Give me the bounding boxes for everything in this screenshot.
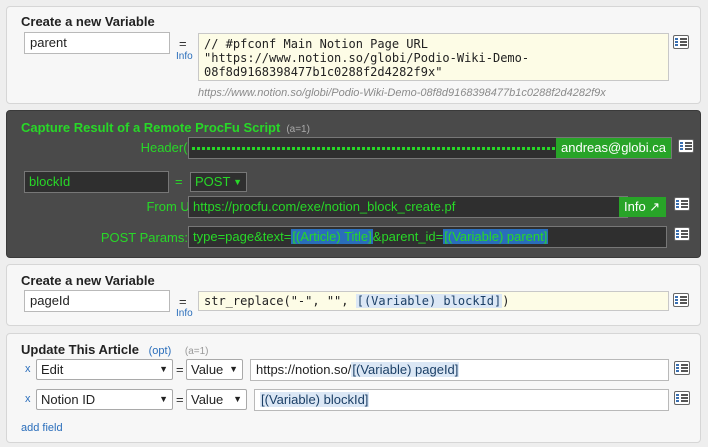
equals-sign: = — [179, 294, 187, 309]
field-select[interactable]: Edit ▼ — [36, 359, 173, 380]
masked-headers — [192, 147, 559, 150]
list-config-icon[interactable] — [674, 361, 690, 375]
card-title: Capture Result of a Remote ProcFu Script… — [21, 120, 310, 135]
card-subtitle: (a=1) — [286, 124, 310, 135]
chevron-down-icon: ▼ — [233, 177, 242, 187]
chevron-down-icon: ▼ — [159, 394, 168, 404]
equals-sign: = — [176, 362, 184, 377]
from-url-input[interactable]: https://procfu.com/exe/notion_block_crea… — [188, 196, 628, 218]
headers-account-button[interactable]: andreas@globi.ca — [556, 138, 671, 158]
evaluated-result: https://www.notion.so/globi/Podio-Wiki-D… — [198, 87, 606, 99]
field-token[interactable]: [(Variable) blockId] — [260, 392, 370, 407]
update-article-card: Update This Article (opt) (a=1) x Edit ▼ … — [6, 333, 701, 443]
card-title: Create a new Variable — [21, 273, 155, 288]
field-token[interactable]: [(Variable) blockId] — [355, 294, 503, 308]
mode-select-value: Value — [191, 392, 224, 407]
field-token[interactable]: [(Variable) pageId] — [351, 362, 460, 377]
field-value-input[interactable]: https://notion.so/[(Variable) pageId] — [250, 359, 669, 381]
card-subtitle: (a=1) — [184, 346, 209, 357]
chevron-down-icon: ▼ — [233, 394, 242, 404]
field-value-input[interactable]: [(Variable) blockId] — [254, 389, 669, 411]
code-line: // #pfconf Main Notion Page URL — [204, 37, 428, 51]
card-title-text: Capture Result of a Remote ProcFu Script — [21, 120, 281, 135]
remove-field-button[interactable]: x — [25, 363, 31, 375]
method-value: POST — [195, 174, 231, 189]
field-select[interactable]: Notion ID ▼ — [36, 389, 173, 410]
remove-field-button[interactable]: x — [25, 393, 31, 405]
code-editor[interactable]: str_replace("-", "", [(Variable) blockId… — [198, 291, 669, 311]
variable-name-input[interactable]: blockId — [24, 171, 169, 193]
code-line: "https://www.notion.so/globi/Podio-Wiki-… — [204, 51, 530, 65]
equals-sign: = — [179, 36, 187, 51]
field-select-value: Notion ID — [41, 392, 96, 407]
code-editor[interactable]: // #pfconf Main Notion Page URL "https:/… — [198, 33, 669, 81]
card-title-text: Update This Article — [21, 342, 139, 357]
param-text: type=page&text= — [193, 229, 292, 244]
headers-input[interactable]: andreas@globi.ca — [188, 137, 672, 159]
variable-name-input[interactable]: pageId — [24, 290, 170, 312]
create-variable-card-pageid: Create a new Variable pageId = Info str_… — [6, 264, 701, 326]
list-config-icon[interactable] — [674, 197, 690, 211]
chevron-down-icon: ▼ — [229, 364, 238, 374]
optional-link[interactable]: (opt) — [149, 345, 172, 357]
chevron-down-icon: ▼ — [159, 364, 168, 374]
field-select-value: Edit — [41, 362, 64, 377]
card-title: Update This Article (opt) (a=1) — [21, 342, 208, 357]
create-variable-card-parent: Create a new Variable parent = Info // #… — [6, 6, 701, 104]
procfu-remote-script-card: Capture Result of a Remote ProcFu Script… — [6, 110, 701, 258]
list-config-icon[interactable] — [674, 227, 690, 241]
param-text: &parent_id= — [372, 229, 444, 244]
headers-label: Header(s): — [140, 140, 202, 155]
post-params-label: POST Params: — [100, 230, 188, 245]
info-link[interactable]: Info — [176, 308, 193, 319]
equals-sign: = — [176, 392, 184, 407]
field-token[interactable]: [(Variable) parent] — [443, 229, 549, 244]
list-config-icon[interactable] — [673, 293, 689, 307]
mode-select[interactable]: Value ▼ — [186, 359, 243, 380]
variable-name-input[interactable]: parent — [24, 32, 170, 54]
field-token[interactable]: [(Article) Title] — [291, 229, 373, 244]
code-line: 08f8d9168398477b1c0288f2d4282f9x" — [204, 65, 443, 79]
equals-sign: = — [175, 174, 183, 189]
code-text: str_replace("-", "", — [204, 294, 356, 308]
method-select[interactable]: POST ▼ — [190, 172, 247, 192]
mode-select[interactable]: Value ▼ — [186, 389, 247, 410]
code-text: ) — [502, 294, 510, 308]
list-config-icon[interactable] — [674, 391, 690, 405]
mode-select-value: Value — [191, 362, 224, 377]
add-field-link[interactable]: add field — [21, 422, 63, 434]
value-text: https://notion.so/ — [256, 362, 352, 377]
info-button[interactable]: Info ↗ — [619, 197, 666, 217]
list-config-icon[interactable] — [673, 35, 689, 49]
card-title: Create a new Variable — [21, 14, 155, 29]
post-params-input[interactable]: type=page&text=[(Article) Title]&parent_… — [188, 226, 667, 248]
list-config-icon[interactable] — [678, 139, 694, 153]
info-link[interactable]: Info — [176, 51, 193, 62]
